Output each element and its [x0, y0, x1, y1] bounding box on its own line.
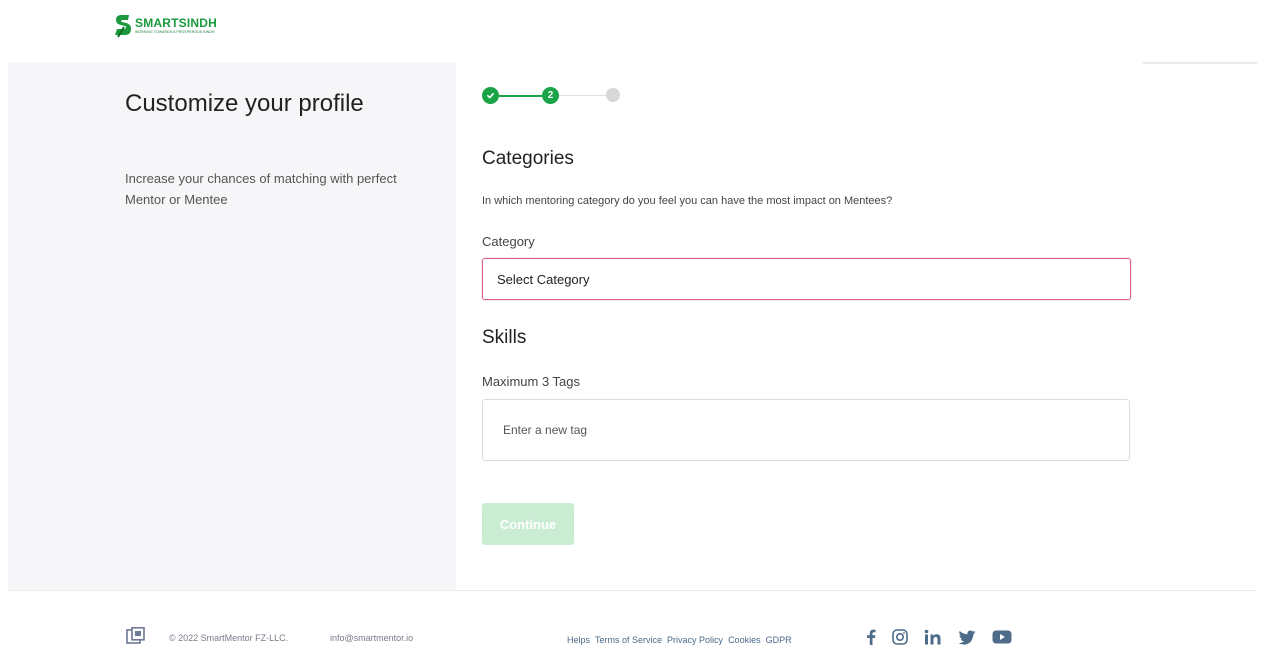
- footer-divider: [8, 590, 1257, 591]
- step-1-complete: [482, 87, 499, 104]
- twitter-icon[interactable]: [958, 628, 976, 646]
- category-label: Category: [482, 234, 535, 249]
- step-2-current: 2: [542, 87, 559, 104]
- stepper-line-pending: [559, 95, 607, 96]
- instagram-icon[interactable]: [892, 628, 908, 646]
- category-select[interactable]: Select Category: [482, 258, 1131, 300]
- intro-subtitle: Increase your chances of matching with p…: [125, 171, 397, 207]
- facebook-icon[interactable]: [866, 628, 876, 646]
- intro-panel: Customize your profile Increase your cha…: [8, 62, 456, 590]
- footer-link-helps[interactable]: Helps: [567, 635, 590, 645]
- footer-link-cookies[interactable]: Cookies: [728, 635, 761, 645]
- intro-title: Customize your profile: [125, 90, 364, 117]
- youtube-icon[interactable]: [992, 628, 1012, 646]
- categories-heading: Categories: [482, 148, 574, 169]
- brand-tagline: WORKING TOWARDS A PROSPEROUS SINDH: [135, 30, 215, 34]
- tag-input[interactable]: [482, 399, 1130, 461]
- check-icon: [486, 92, 495, 99]
- social-links: [866, 628, 1028, 646]
- continue-button[interactable]: Continue: [482, 503, 574, 545]
- brand-name: SMARTSINDH: [135, 16, 217, 30]
- header-divider: [1143, 62, 1257, 64]
- footer-email[interactable]: info@smartmentor.io: [330, 633, 413, 643]
- footer-link-privacy[interactable]: Privacy Policy: [667, 635, 723, 645]
- progress-stepper: 2: [482, 87, 622, 105]
- logo-mark-icon: [115, 13, 133, 39]
- footer-links: Helps Terms of Service Privacy Policy Co…: [567, 635, 792, 645]
- linkedin-icon[interactable]: [924, 628, 942, 646]
- stepper-line-complete: [498, 95, 544, 97]
- footer: © 2022 SmartMentor FZ-LLC. info@smartmen…: [0, 622, 1261, 648]
- categories-question: In which mentoring category do you feel …: [482, 195, 893, 207]
- skills-heading: Skills: [482, 327, 527, 348]
- footer-logo-icon: [126, 627, 146, 645]
- brand-logo[interactable]: SMARTSINDH WORKING TOWARDS A PROSPEROUS …: [115, 13, 217, 39]
- footer-link-gdpr[interactable]: GDPR: [766, 635, 792, 645]
- tags-label: Maximum 3 Tags: [482, 374, 581, 389]
- footer-copyright: © 2022 SmartMentor FZ-LLC.: [169, 633, 289, 643]
- footer-link-terms[interactable]: Terms of Service: [595, 635, 662, 645]
- step-3-pending: [606, 88, 620, 102]
